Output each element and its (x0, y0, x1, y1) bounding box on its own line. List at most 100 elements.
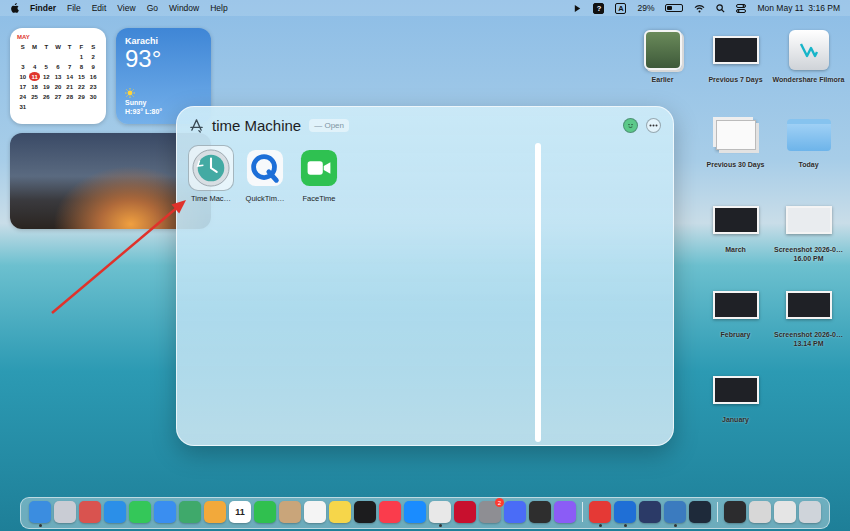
desktop-label: Screenshot 2026-0…13.14 PM (773, 331, 845, 349)
screenshot-icon (713, 206, 759, 234)
status-glyph[interactable]: A (615, 3, 626, 14)
dock-item[interactable] (689, 501, 711, 523)
calendar-widget[interactable]: MAYSMTWTFS123456789101112131415161718192… (10, 28, 106, 124)
menu-item[interactable]: Finder (30, 3, 56, 13)
apple-icon[interactable] (10, 3, 19, 13)
menu-item[interactable]: Window (169, 3, 199, 13)
calendar-day (40, 52, 52, 61)
dock-app-icon (664, 501, 686, 523)
dock-item[interactable] (614, 501, 636, 523)
dock-item[interactable] (724, 501, 746, 523)
documents-icon (716, 120, 756, 150)
dock-item[interactable] (279, 501, 301, 523)
menu-item[interactable]: File (67, 3, 81, 13)
more-button[interactable] (646, 118, 661, 133)
weather-city: Karachi (125, 36, 202, 46)
calendar-day: 28 (64, 92, 76, 101)
desktop-icon[interactable]: Previous 7 Days (699, 28, 772, 85)
dock-item[interactable] (799, 501, 821, 523)
dock-app-icon (774, 501, 796, 523)
result-label: QuickTim… (246, 194, 285, 203)
preview-pane (541, 141, 673, 445)
dock-item[interactable] (379, 501, 401, 523)
status-glyph[interactable]: ? (593, 3, 604, 14)
dock-item[interactable] (79, 501, 101, 523)
wifi-icon[interactable] (694, 4, 705, 13)
dock-item[interactable] (529, 501, 551, 523)
desktop-icon[interactable]: Today (772, 113, 845, 170)
desktop-icon[interactable]: February (699, 283, 772, 340)
scroll-bar[interactable] (535, 143, 541, 442)
result-item[interactable]: QuickTim… (241, 145, 289, 203)
desktop-icon[interactable]: January (699, 368, 772, 425)
dock-item[interactable]: 11 (229, 501, 251, 523)
battery-icon[interactable] (665, 4, 683, 12)
calendar-day: 11 (29, 72, 41, 81)
menu-item[interactable]: Go (147, 3, 158, 13)
calendar-day: 30 (87, 92, 99, 101)
dock-item[interactable] (329, 501, 351, 523)
menu-item[interactable]: Edit (92, 3, 107, 13)
desktop-icon[interactable]: March (699, 198, 772, 255)
photo-stack-icon (644, 30, 682, 70)
dock-app-icon (799, 501, 821, 523)
screenshot-icon (713, 291, 759, 319)
calendar-day: 27 (52, 92, 64, 101)
dock-item[interactable] (54, 501, 76, 523)
search-header: time Machine— Open (177, 107, 673, 141)
desktop-icon[interactable]: Wondershare Filmora (772, 28, 845, 85)
dock-item[interactable] (104, 501, 126, 523)
dock-item[interactable] (504, 501, 526, 523)
calendar-day: 20 (52, 82, 64, 91)
desktop-icon[interactable]: Screenshot 2026-0…13.14 PM (772, 283, 845, 349)
menu-item[interactable]: View (117, 3, 135, 13)
dock-item[interactable] (204, 501, 226, 523)
result-item[interactable]: FaceTime (295, 145, 343, 203)
search-field[interactable]: time Machine (212, 117, 301, 134)
desktop-label: January (722, 416, 749, 425)
result-icon-box (296, 145, 342, 191)
dock-item[interactable] (774, 501, 796, 523)
shortcut-icon[interactable] (573, 4, 582, 13)
filmora-icon (789, 30, 829, 70)
desktop-icon[interactable]: Earlier (626, 28, 699, 85)
dock-item[interactable] (154, 501, 176, 523)
avatar-button[interactable] (623, 118, 638, 133)
dock-separator (717, 502, 718, 522)
result-label: Time Mac… (191, 194, 231, 203)
dock-item[interactable] (749, 501, 771, 523)
dock-item[interactable] (254, 501, 276, 523)
dock-app-icon (304, 501, 326, 523)
desktop-icon[interactable]: Previous 30 Days (699, 113, 772, 170)
dock-item[interactable] (454, 501, 476, 523)
desktop-icon[interactable]: Screenshot 2026-0…16.00 PM (772, 198, 845, 264)
results-list: Time Mac… QuickTim… FaceTime (177, 141, 535, 445)
dock-item[interactable] (554, 501, 576, 523)
search-body: Time Mac… QuickTim… FaceTime (177, 141, 673, 445)
dock-item[interactable] (354, 501, 376, 523)
calendar-day: 18 (29, 82, 41, 91)
calendar-weekday: S (17, 42, 29, 51)
dock-item[interactable] (129, 501, 151, 523)
dock-item[interactable] (429, 501, 451, 523)
dock-item[interactable] (664, 501, 686, 523)
app-store-icon (189, 118, 204, 133)
calendar-day: 21 (64, 82, 76, 91)
dock-item[interactable]: 2 (479, 501, 501, 523)
dock-item[interactable] (304, 501, 326, 523)
dock-item[interactable] (29, 501, 51, 523)
dock-item[interactable] (589, 501, 611, 523)
menu-item[interactable]: Help (210, 3, 227, 13)
control-center-icon[interactable] (736, 4, 746, 13)
dock-item[interactable] (179, 501, 201, 523)
search-icon[interactable] (716, 4, 725, 13)
dock-app-icon (724, 501, 746, 523)
calendar-day: 23 (87, 82, 99, 91)
dock-badge: 2 (495, 498, 504, 507)
dock-item[interactable] (639, 501, 661, 523)
result-item[interactable]: Time Mac… (187, 145, 235, 203)
clock[interactable]: Mon May 11 3:16 PM (757, 3, 840, 13)
calendar-day: 3 (17, 62, 29, 71)
dock-item[interactable] (404, 501, 426, 523)
calendar-day: 2 (87, 52, 99, 61)
